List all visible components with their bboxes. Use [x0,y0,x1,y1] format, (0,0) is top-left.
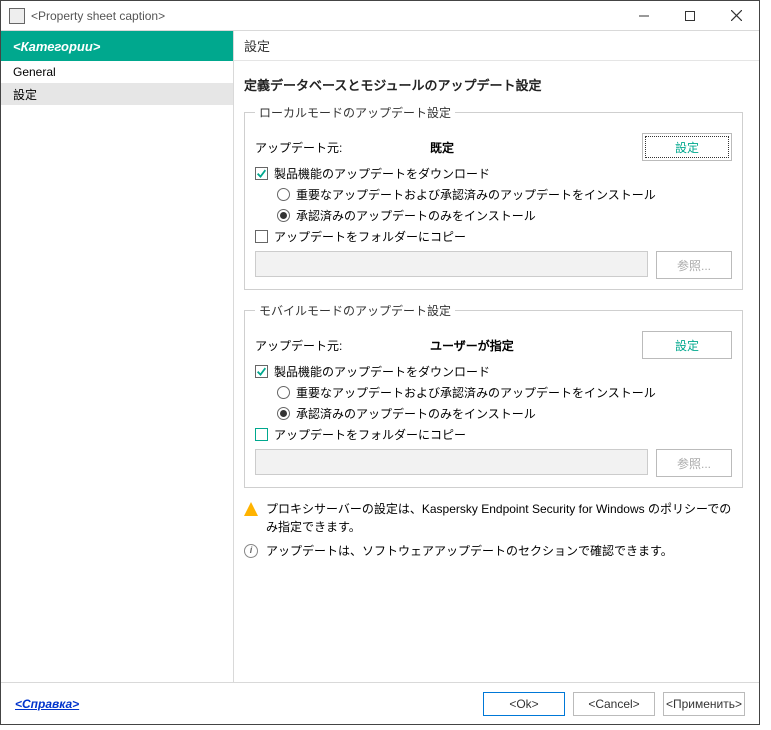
checkbox-label: アップデートをフォルダーにコピー [274,426,466,443]
sidebar-item-general[interactable]: General [1,61,233,83]
mobile-important-radio[interactable]: 重要なアップデートおよび承認済みのアップデートをインストール [277,384,732,401]
radio-label: 重要なアップデートおよび承認済みのアップデートをインストール [296,384,656,401]
proxy-warning: プロキシサーバーの設定は、Kaspersky Endpoint Security… [244,500,743,536]
content-title: 設定 [234,31,759,61]
section-header: 定義データベースとモジュールのアップデート設定 [244,75,743,94]
local-mode-legend: ローカルモードのアップデート設定 [255,104,455,121]
mobile-mode-fieldset: モバイルモードのアップデート設定 アップデート元: ユーザーが指定 設定 製品機… [244,302,743,488]
local-approved-radio[interactable]: 承認済みのアップデートのみをインストール [277,207,732,224]
warning-text: プロキシサーバーの設定は、Kaspersky Endpoint Security… [266,500,743,536]
local-config-button[interactable]: 設定 [642,133,732,161]
mobile-folder-input [255,449,648,475]
info-text: アップデートは、ソフトウェアアップデートのセクションで確認できます。 [266,542,673,560]
property-sheet-window: <Property sheet caption> <Категории> Gen… [0,0,760,725]
cancel-button[interactable]: <Cancel> [573,692,655,716]
minimize-button[interactable] [621,1,667,31]
mobile-source-value: ユーザーが指定 [430,337,642,354]
checkbox-icon [255,167,268,180]
info-icon: i [244,544,258,558]
checkbox-icon [255,428,268,441]
local-folder-input [255,251,648,277]
content-pane: 設定 定義データベースとモジュールのアップデート設定 ローカルモードのアップデー… [234,31,759,682]
ok-button[interactable]: <Ok> [483,692,565,716]
titlebar: <Property sheet caption> [1,1,759,31]
warning-icon [244,502,258,516]
sidebar-item-label: 設定 [13,86,37,103]
local-feature-dl-checkbox[interactable]: 製品機能のアップデートをダウンロード [255,165,732,182]
local-source-label: アップデート元: [255,139,430,156]
mobile-approved-radio[interactable]: 承認済みのアップデートのみをインストール [277,405,732,422]
radio-label: 重要なアップデートおよび承認済みのアップデートをインストール [296,186,656,203]
checkbox-label: 製品機能のアップデートをダウンロード [274,363,490,380]
radio-icon [277,386,290,399]
mobile-config-button[interactable]: 設定 [642,331,732,359]
update-info: i アップデートは、ソフトウェアアップデートのセクションで確認できます。 [244,542,743,560]
checkbox-label: アップデートをフォルダーにコピー [274,228,466,245]
mobile-copy-folder-checkbox[interactable]: アップデートをフォルダーにコピー [255,426,732,443]
local-source-value: 既定 [430,139,642,156]
mobile-source-label: アップデート元: [255,337,430,354]
checkbox-icon [255,365,268,378]
mobile-mode-legend: モバイルモードのアップデート設定 [255,302,455,319]
radio-icon [277,188,290,201]
maximize-button[interactable] [667,1,713,31]
local-important-radio[interactable]: 重要なアップデートおよび承認済みのアップデートをインストール [277,186,732,203]
local-copy-folder-checkbox[interactable]: アップデートをフォルダーにコピー [255,228,732,245]
mobile-feature-dl-checkbox[interactable]: 製品機能のアップデートをダウンロード [255,363,732,380]
window-title: <Property sheet caption> [31,9,621,23]
radio-icon [277,209,290,222]
checkbox-label: 製品機能のアップデートをダウンロード [274,165,490,182]
sidebar: <Категории> General 設定 [1,31,234,682]
sidebar-item-label: General [13,65,56,79]
local-browse-button[interactable]: 参照... [656,251,732,279]
help-link[interactable]: <Справка> [15,697,79,711]
radio-icon [277,407,290,420]
close-button[interactable] [713,1,759,31]
app-icon [9,8,25,24]
sidebar-item-settings[interactable]: 設定 [1,83,233,105]
local-mode-fieldset: ローカルモードのアップデート設定 アップデート元: 既定 設定 製品機能のアップ… [244,104,743,290]
sidebar-header: <Категории> [1,31,233,61]
radio-label: 承認済みのアップデートのみをインストール [296,405,536,422]
mobile-browse-button[interactable]: 参照... [656,449,732,477]
checkbox-icon [255,230,268,243]
apply-button[interactable]: <Применить> [663,692,745,716]
footer: <Справка> <Ok> <Cancel> <Применить> [1,682,759,724]
radio-label: 承認済みのアップデートのみをインストール [296,207,536,224]
